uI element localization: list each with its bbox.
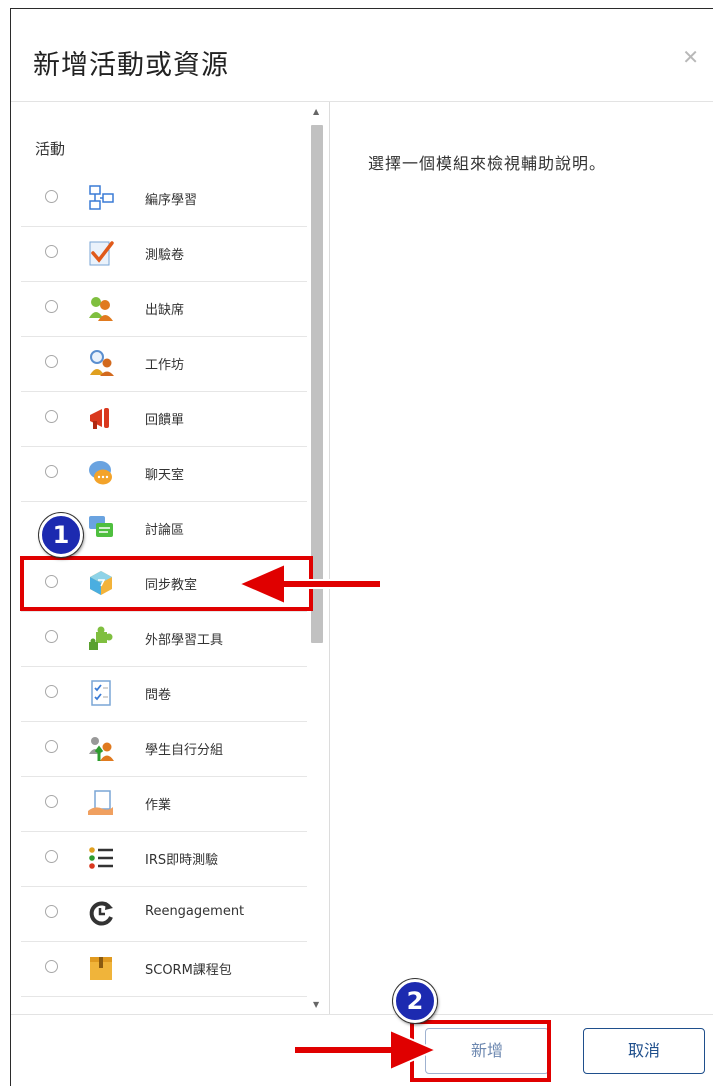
scroll-down-icon[interactable]: ▼ [313,1000,319,1009]
arrow-pointer-1 [236,562,382,606]
reengagement-icon [89,901,113,926]
list-item[interactable]: 問卷 [21,667,307,722]
list-item[interactable]: 出缺席 [21,282,307,337]
item-label: 工作坊 [145,358,185,373]
list-item[interactable]: 學生自行分組 [21,722,307,777]
arrow-pointer-2 [293,1028,439,1072]
item-label: Reengagement [145,904,245,919]
feedback-icon [90,408,109,429]
scroll-up-icon[interactable]: ▲ [313,107,319,116]
cancel-button[interactable]: 取消 [583,1028,705,1074]
item-label: 出缺席 [145,303,185,318]
item-label: 同步教室 [145,578,198,593]
list-item[interactable]: 工作坊 [21,337,307,392]
external-tool-icon [89,626,113,650]
lesson-icon [89,185,114,210]
radio-button[interactable] [45,465,58,478]
assignment-icon [88,790,113,815]
radio-button[interactable] [45,795,58,808]
item-label: 編序學習 [145,193,198,208]
dialog-header: 新增活動或資源 ✕ [11,9,713,102]
group-choice-icon [89,737,114,761]
radio-button[interactable] [45,300,58,313]
radio-button[interactable] [45,575,58,588]
close-icon[interactable]: ✕ [682,45,699,69]
quiz-icon [89,241,114,266]
radio-button[interactable] [45,190,58,203]
radio-button[interactable] [45,850,58,863]
list-item[interactable]: 回饋單 [21,392,307,447]
scorm-package-icon [90,957,112,980]
radio-button[interactable] [45,960,58,973]
radio-button[interactable] [45,410,58,423]
step-badge-1: 1 [39,513,83,557]
item-label: 外部學習工具 [145,633,224,648]
item-label: 作業 [145,798,172,813]
list-item[interactable] [21,997,307,1014]
item-label: 回饋單 [145,413,185,428]
list-item[interactable]: 作業 [21,777,307,832]
attendance-icon [89,297,113,321]
item-label: SCORM課程包 [145,963,232,978]
radio-button[interactable] [45,740,58,753]
list-item[interactable]: SCORM課程包 [21,942,307,997]
dialog-title: 新增活動或資源 [33,50,229,81]
radio-button[interactable] [45,685,58,698]
item-label: 測驗卷 [145,248,185,263]
workshop-icon [90,350,114,376]
add-activity-dialog: 新增活動或資源 ✕ 活動 編序學習 測驗卷 出缺席 工作坊 回饋單 聊天室 討論… [10,8,713,1086]
item-label: 討論區 [145,523,185,538]
list-item[interactable]: 測驗卷 [21,227,307,282]
radio-button[interactable] [45,630,58,643]
section-title: 活動 [35,140,66,158]
virtual-classroom-icon [90,571,112,595]
item-label: 問卷 [145,688,172,703]
irs-list-icon [89,847,113,869]
item-label: 聊天室 [145,468,185,483]
list-item[interactable]: Reengagement [21,887,307,942]
step-badge-2: 2 [393,979,437,1023]
help-panel: 選擇一個模組來檢視輔助說明。 [330,102,713,1014]
radio-button[interactable] [45,355,58,368]
questionnaire-icon [91,680,111,706]
list-item[interactable]: 聊天室 [21,447,307,502]
list-item[interactable]: 編序學習 [21,172,307,227]
help-text: 選擇一個模組來檢視輔助說明。 [368,154,607,173]
list-item[interactable]: 外部學習工具 [21,612,307,667]
radio-button[interactable] [45,245,58,258]
item-label: IRS即時測驗 [145,853,219,868]
forum-icon [89,516,113,537]
chat-icon [89,461,112,485]
list-item[interactable]: IRS即時測驗 [21,832,307,887]
item-label: 學生自行分組 [145,743,224,758]
radio-button[interactable] [45,905,58,918]
add-button[interactable]: 新增 [425,1028,549,1074]
